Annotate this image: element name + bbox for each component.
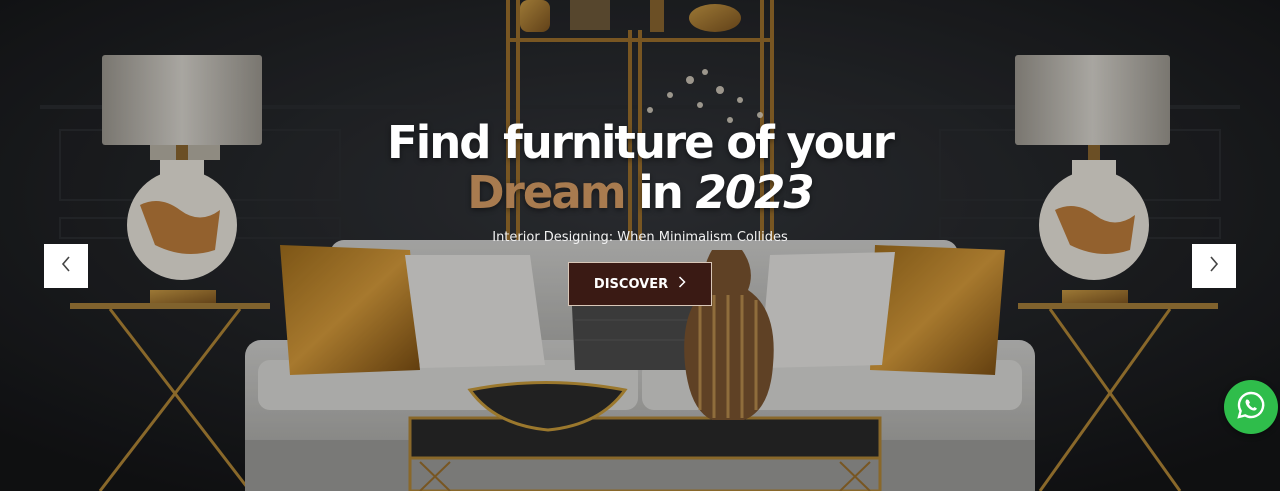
whatsapp-chat-button[interactable] — [1224, 380, 1278, 434]
hero-subtitle: Interior Designing: When Minimalism Coll… — [492, 230, 788, 245]
hero-headline: Find furniture of your Dream in 2023 — [0, 118, 1280, 218]
hero-caption: Find furniture of your Dream in 2023 Int… — [0, 118, 1280, 246]
slider-next-button[interactable] — [1192, 244, 1236, 288]
hero-dark-overlay — [0, 0, 1280, 491]
hero-headline-year: 2023 — [695, 166, 814, 219]
discover-button[interactable]: DISCOVER — [568, 262, 712, 306]
hero-headline-accent: Dream — [467, 166, 626, 219]
discover-button-label: DISCOVER — [593, 276, 669, 292]
hero-slider: Find furniture of your Dream in 2023 Int… — [0, 0, 1280, 491]
hero-headline-in: in — [638, 166, 683, 219]
whatsapp-icon — [1235, 389, 1267, 426]
hero-headline-line1: Find furniture of your — [387, 116, 895, 169]
chevron-right-icon — [678, 276, 686, 292]
chevron-left-icon — [61, 255, 71, 277]
slider-prev-button[interactable] — [44, 244, 88, 288]
chevron-right-icon — [1209, 255, 1219, 277]
hero-headline-line2: Dream in 2023 — [0, 168, 1280, 218]
